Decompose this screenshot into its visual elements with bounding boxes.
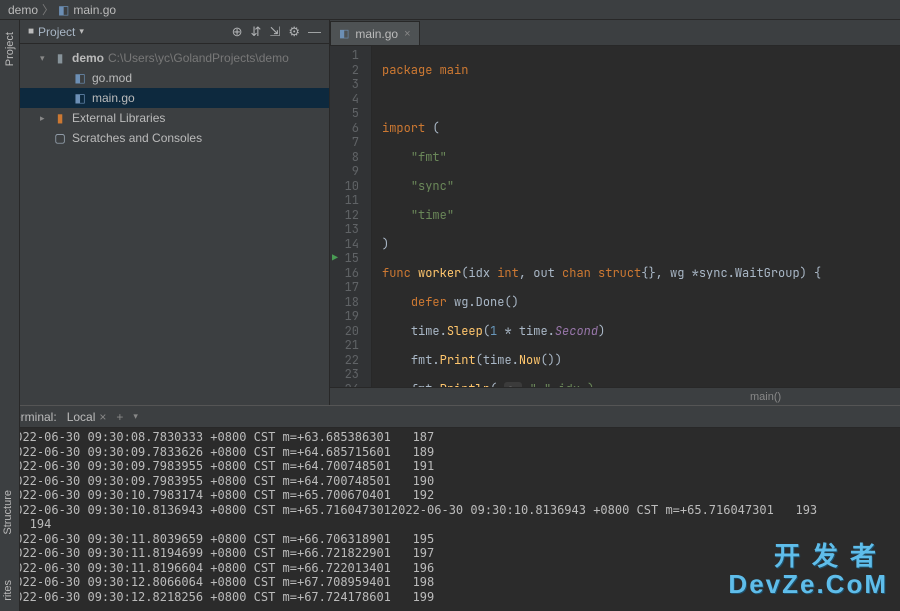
collapse-icon[interactable]: ⇲ [269, 24, 280, 40]
chevron-down-icon[interactable]: ▾ [133, 411, 138, 422]
project-panel: ■ Project ▾ ⊕ ⇵ ⇲ ⚙ — ▾ ▮ demo C:\Users\… [20, 20, 330, 405]
breadcrumb-sep: 〉 [42, 1, 54, 18]
folder-icon: ▮ [52, 51, 68, 65]
locate-icon[interactable]: ⊕ [232, 24, 243, 40]
hide-icon[interactable]: — [308, 24, 321, 39]
breadcrumb: demo 〉 ◧ main.go [0, 0, 900, 20]
editor-breadcrumb-fn: main() [750, 391, 781, 403]
tree-root-folder[interactable]: ▾ ▮ demo C:\Users\yc\GolandProjects\demo [20, 48, 329, 68]
breadcrumb-project[interactable]: demo [8, 3, 38, 17]
gear-icon[interactable]: ⚙ [288, 24, 300, 40]
add-terminal-icon[interactable]: + [116, 410, 123, 424]
go-file-icon: ◧ [339, 27, 349, 40]
terminal-tab-local[interactable]: Local × [67, 410, 107, 424]
tree-file-gomod[interactable]: ◧ go.mod [20, 68, 329, 88]
editor-tab-label: main.go [355, 27, 398, 41]
chevron-down-icon[interactable]: ▾ [40, 53, 52, 64]
editor-panel: ◧ main.go × 1234 5678 9101112 13141516 1… [330, 20, 900, 405]
tree-root-path: C:\Users\yc\GolandProjects\demo [108, 51, 289, 65]
project-panel-title[interactable]: Project [38, 25, 75, 39]
tree-file-maingo[interactable]: ◧ main.go [20, 88, 329, 108]
tree-scratches-label: Scratches and Consoles [72, 131, 202, 145]
structure-tool-tab[interactable]: Structure [0, 484, 16, 541]
editor-breadcrumb[interactable]: main() [330, 387, 900, 405]
terminal-output[interactable]: 2022-06-30 09:30:08.7830333 +0800 CST m=… [0, 428, 900, 611]
breadcrumb-file[interactable]: main.go [73, 3, 116, 17]
left-sidebar-bottom: rites Structure [0, 405, 20, 611]
favorites-tool-tab[interactable]: rites [0, 574, 16, 607]
expand-icon[interactable]: ⇵ [251, 24, 262, 40]
tree-external-libs[interactable]: ▸ ▮ External Libraries [20, 108, 329, 128]
tree-scratches[interactable]: ▢ Scratches and Consoles [20, 128, 329, 148]
editor-tab-maingo[interactable]: ◧ main.go × [330, 21, 420, 45]
tree-file-label: main.go [92, 91, 135, 105]
go-file-icon: ◧ [72, 91, 88, 105]
close-icon[interactable]: × [404, 28, 410, 40]
editor-code[interactable]: package main import ( "fmt" "sync" "time… [372, 46, 900, 387]
tree-file-label: go.mod [92, 71, 132, 85]
close-icon[interactable]: × [99, 410, 106, 424]
project-panel-header: ■ Project ▾ ⊕ ⇵ ⇲ ⚙ — [20, 20, 329, 44]
project-tree: ▾ ▮ demo C:\Users\yc\GolandProjects\demo… [20, 44, 329, 152]
tree-external-label: External Libraries [72, 111, 165, 125]
editor-body[interactable]: 1234 5678 9101112 13141516 17181920 2122… [330, 46, 900, 387]
scratch-icon: ▢ [52, 131, 68, 145]
terminal-panel: Terminal: Local × + ▾ 2022-06-30 09:30:0… [0, 405, 900, 611]
project-tool-tab[interactable]: Project [2, 24, 18, 74]
editor-gutter[interactable]: 1234 5678 9101112 13141516 17181920 2122… [330, 46, 372, 387]
chevron-right-icon[interactable]: ▸ [40, 113, 52, 124]
go-file-icon: ◧ [72, 71, 88, 85]
library-icon: ▮ [52, 111, 68, 125]
editor-tabs: ◧ main.go × [330, 20, 900, 46]
project-dropdown-icon[interactable]: ■ [28, 26, 34, 37]
terminal-header: Terminal: Local × + ▾ [0, 406, 900, 428]
run-gutter-icon[interactable]: ▶ [332, 251, 338, 266]
tree-root-label: demo [72, 51, 104, 65]
chevron-down-icon[interactable]: ▾ [79, 26, 84, 37]
left-sidebar: Project [0, 20, 20, 405]
go-file-icon: ◧ [58, 3, 69, 17]
